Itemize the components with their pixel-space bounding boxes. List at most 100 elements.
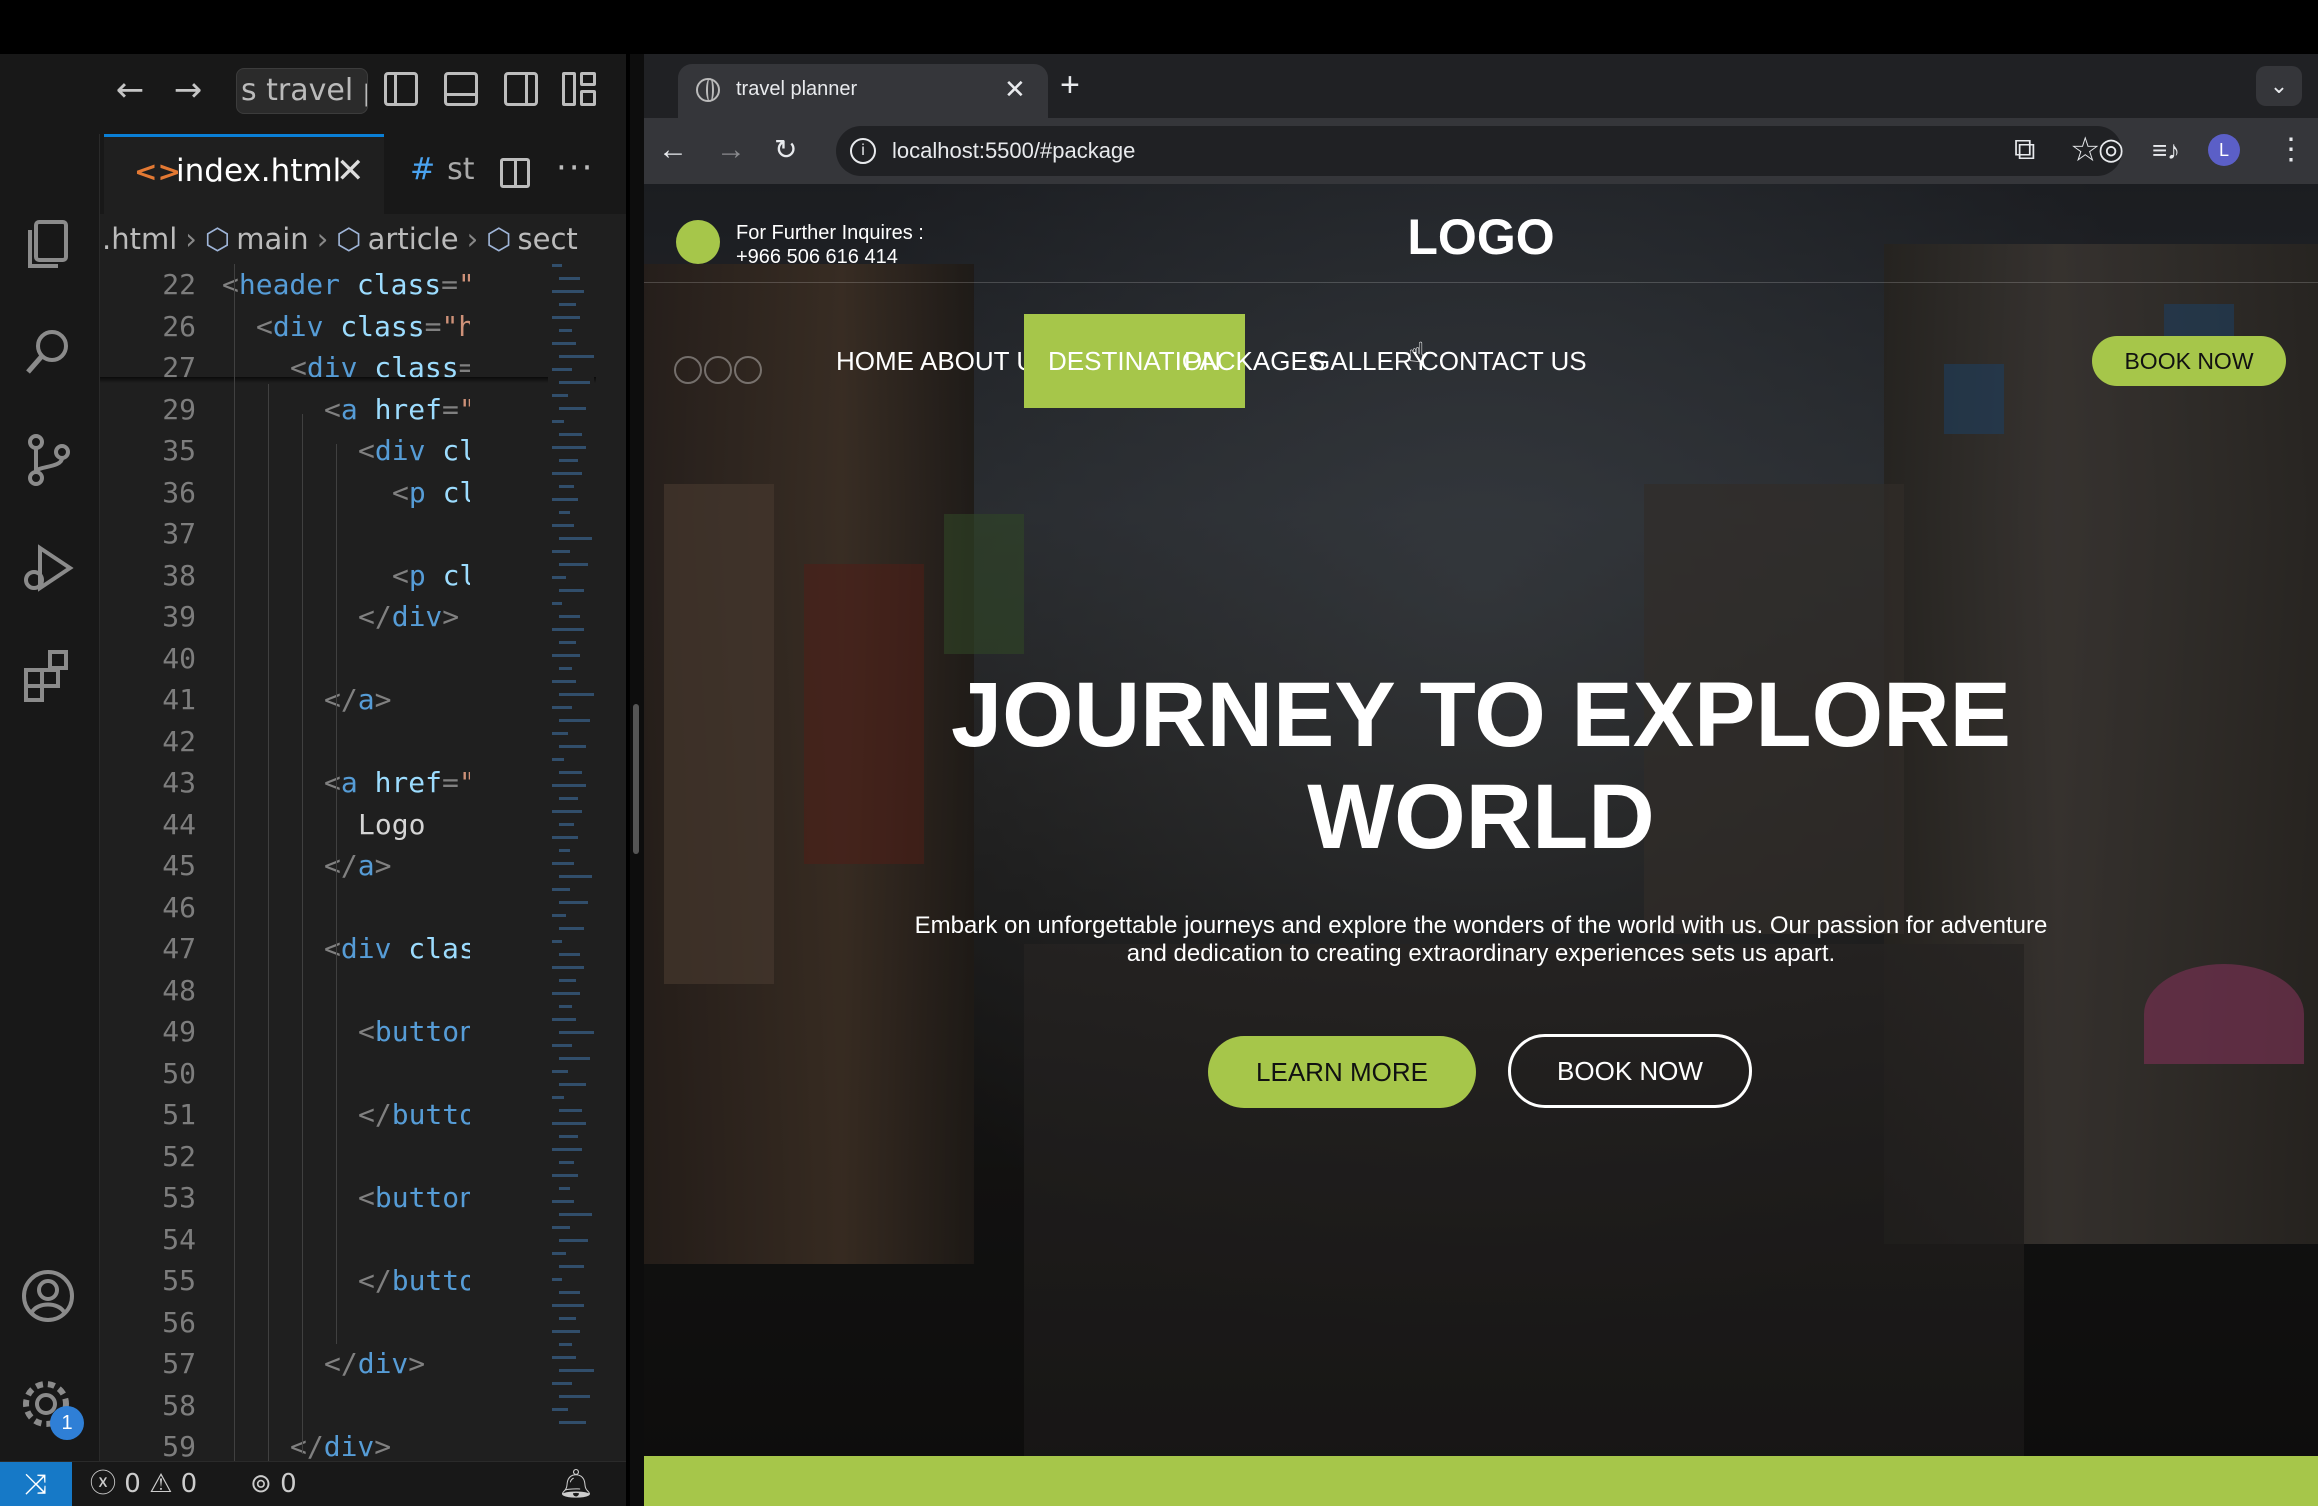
hero-title-line-2: WORLD (1307, 766, 1655, 868)
close-tab-icon[interactable]: ✕ (1004, 74, 1026, 105)
minimap-line (552, 1070, 568, 1073)
indent-guide (268, 384, 269, 1461)
breadcrumb-article[interactable]: article (368, 222, 459, 256)
hero-subtitle: Embark on unforgettable journeys and exp… (894, 912, 2068, 968)
screen: ← → s travel pl (0, 0, 2318, 1506)
breadcrumb-file[interactable]: .html (102, 222, 177, 256)
minimap-line (559, 1187, 570, 1190)
problems-indicator[interactable]: ⓧ 0 ⚠ 0 (90, 1462, 197, 1506)
browser-tabstrip: travel planner ✕ + ⌄ (644, 54, 2318, 118)
reload-icon[interactable]: ↻ (774, 132, 797, 168)
editor-tabs: <> index.html ✕ # st ··· (100, 134, 626, 214)
close-icon[interactable]: ✕ (336, 151, 365, 191)
breadcrumb-section[interactable]: sect (518, 222, 578, 256)
code-text: </button> (358, 1264, 470, 1297)
main-nav: HOME ABOUT US DESTINATION PACKAGES GALLE… (644, 314, 2318, 408)
line-number: 59 (162, 1430, 196, 1461)
learn-more-button[interactable]: LEARN MORE (1208, 1036, 1476, 1108)
minimap-line (552, 888, 570, 891)
explorer-files-icon[interactable] (18, 214, 78, 274)
tab-stylesheet[interactable]: # st (410, 152, 475, 187)
minimap-line (552, 368, 572, 371)
run-debug-icon[interactable] (18, 538, 78, 598)
accounts-icon[interactable] (18, 1266, 78, 1326)
line-number: 47 (162, 932, 196, 965)
notifications-bell-icon[interactable]: 🔔︎ (558, 1462, 594, 1506)
line-number: 48 (162, 973, 196, 1007)
minimap-line (559, 771, 582, 774)
nav-home[interactable]: HOME (836, 314, 914, 408)
indent-guide (302, 414, 303, 1454)
html-file-icon: <> (134, 155, 181, 188)
minimap-line (559, 485, 574, 488)
window-splitter[interactable] (630, 54, 644, 1506)
book-now-header-button[interactable]: BOOK NOW (2092, 336, 2286, 386)
minimap-line (552, 992, 580, 995)
profile-avatar[interactable]: L (2208, 134, 2240, 166)
forward-arrow-icon[interactable]: → (168, 70, 208, 110)
hero-title-line-1: JOURNEY TO EXPLORE (951, 664, 2011, 766)
minimap-line (559, 615, 580, 618)
editor-scrollbar[interactable] (596, 264, 626, 1461)
search-icon[interactable] (18, 322, 78, 382)
command-center-search[interactable]: s travel pl (236, 68, 368, 114)
minimap-line (559, 537, 592, 540)
new-tab-icon[interactable]: + (1060, 66, 1080, 105)
minimap-line (552, 914, 566, 917)
toggle-secondary-sidebar-icon[interactable] (504, 72, 538, 106)
minimap-line (559, 1317, 576, 1320)
tab-index-html[interactable]: <> index.html ✕ (104, 134, 384, 214)
tab-search-chevron-icon[interactable]: ⌄ (2256, 66, 2302, 106)
line-number: 58 (162, 1388, 196, 1422)
site-info-icon[interactable]: i (850, 138, 876, 164)
settings-update-badge: 1 (50, 1406, 84, 1440)
minimap-line (552, 498, 578, 501)
ports-indicator[interactable]: ⊚ 0 (250, 1462, 297, 1506)
nav-contact-us[interactable]: CONTACT US (1420, 314, 1587, 408)
performance-icon[interactable]: ◎ (2098, 132, 2124, 168)
element-icon: ⬡ (486, 222, 512, 256)
code-text: </div> (358, 600, 460, 633)
bookmark-star-icon[interactable]: ☆ (2070, 130, 2100, 170)
code-text: <header class="hea (222, 268, 470, 301)
element-icon: ⬡ (204, 222, 231, 256)
minimap-line (552, 290, 584, 293)
minimap-line (552, 550, 570, 553)
extensions-puzzle-icon[interactable]: ⧉ (2014, 132, 2035, 168)
back-arrow-icon[interactable]: ← (110, 70, 150, 110)
minimap-line (559, 667, 572, 670)
media-controls-icon[interactable]: ≡♪ (2152, 132, 2180, 168)
address-bar[interactable]: i localhost:5500/#package ☆ (836, 126, 2122, 176)
minimap-line (552, 966, 584, 969)
nav-packages[interactable]: PACKAGES (1184, 314, 1325, 408)
minimap-line (552, 836, 578, 839)
minimap-line (552, 1330, 580, 1333)
back-arrow-icon[interactable]: ← (658, 132, 688, 168)
minimap[interactable] (548, 264, 594, 1461)
css-file-icon: # (410, 152, 436, 187)
minimap-line (559, 849, 570, 852)
line-number: 41 (162, 683, 196, 716)
remote-indicator-icon[interactable]: ⤨ (0, 1462, 72, 1506)
element-icon: ⬡ (336, 222, 362, 256)
line-number: 26 (162, 309, 196, 343)
activity-bar (0, 134, 100, 1461)
site-logo[interactable]: LOGO (644, 208, 2318, 266)
minimap-line (552, 862, 574, 865)
source-control-icon[interactable] (18, 430, 78, 490)
extensions-icon[interactable] (18, 646, 78, 706)
breadcrumb-main[interactable]: main (236, 222, 308, 256)
minimap-line (552, 654, 580, 657)
browser-menu-icon[interactable]: ⋮ (2276, 132, 2306, 168)
forward-arrow-icon[interactable]: → (716, 132, 746, 168)
minimap-line (552, 446, 586, 449)
minimap-line (559, 953, 580, 956)
more-actions-icon[interactable]: ··· (556, 148, 594, 188)
hero-title: JOURNEY TO EXPLORE WORLD (644, 664, 2318, 868)
book-now-hero-button[interactable]: BOOK NOW (1508, 1034, 1752, 1108)
split-editor-icon[interactable] (500, 158, 530, 188)
customize-layout-icon[interactable] (562, 72, 596, 106)
toggle-primary-sidebar-icon[interactable] (384, 72, 418, 106)
toggle-panel-icon[interactable] (444, 72, 478, 106)
browser-tab[interactable]: travel planner ✕ (678, 64, 1048, 118)
